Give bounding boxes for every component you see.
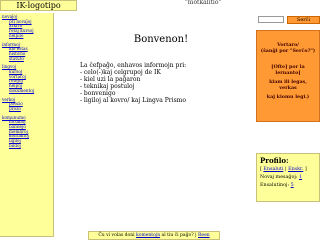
search-input[interactable] <box>258 16 284 23</box>
nav-group-informoj: informoj kio estas historio statuto <box>2 42 53 62</box>
nav-item[interactable]: prozo <box>2 106 53 112</box>
search-button[interactable]: Serĉi <box>287 16 320 24</box>
logins-label: Ensalutinoj: <box>260 183 290 188</box>
footer-comments-link[interactable]: komentojn <box>136 233 160 238</box>
footer-back-link[interactable]: Reen <box>198 233 210 238</box>
nav-group-novajoj: novaĵoj pri novaĵoj arkivo retaj kursoj … <box>2 14 53 39</box>
footer-text: al tiu ĉi paĝo? <box>161 233 194 238</box>
new-messages-label: Novaj mesaĝoj: <box>260 175 298 180</box>
vortaro-text: kaj kiomu legi.) <box>266 94 310 100</box>
page-title: Bonvenon! <box>133 34 189 45</box>
register-link[interactable]: Enskr. <box>288 167 303 172</box>
login-link[interactable]: Ensaluti <box>263 167 283 172</box>
footer-bar: Ĉu vi volas doni komentojn al tiu ĉi paĝ… <box>88 231 220 240</box>
nav-item[interactable]: dokumentoj <box>2 88 53 94</box>
footer-text: Ĉu vi volas doni <box>98 233 135 238</box>
logins-row: Ensalutinoj: 5 <box>260 182 316 190</box>
nav-item[interactable]: bildoj <box>2 143 53 149</box>
nav-group-komunumo: komunumo forumoj babilejo membroj kontak… <box>2 115 53 149</box>
nav-group-lingvoj: lingvoj kursoj vortaroj retejoj helpoj d… <box>2 65 53 93</box>
nav-item[interactable]: statuto <box>2 56 53 62</box>
vortaro-box: Vortaro/ (ŝanĝi por "Serĉo?") [Ofte] por… <box>256 30 320 122</box>
intro-bullet: - ligiloj al kovro/ kaj Lingva Prismo <box>80 96 186 104</box>
profile-links: [ Ensaluti | Enskr. ] <box>260 167 307 172</box>
intro-text: La ĉefpaĝo, enhavos informojn pri: - cel… <box>80 62 250 104</box>
header-quote: "motkalitio" <box>185 0 222 6</box>
nav-item[interactable]: helpilo <box>2 33 53 39</box>
profile-box: Profilo: [ Ensaluti | Enskr. ] Novaj mes… <box>256 153 320 202</box>
logins-count[interactable]: 5 <box>291 183 294 188</box>
profile-title: Profilo: <box>260 156 289 165</box>
site-logo[interactable]: IK-logotipo <box>0 0 77 11</box>
new-messages-row: Novaj mesaĝoj: 1 <box>260 174 316 182</box>
nav-group-verkoj: verkoj poezio prozo <box>2 97 53 112</box>
vortaro-note: (ŝanĝi por "Serĉo?") <box>260 48 316 54</box>
new-messages-count[interactable]: 1 <box>299 175 302 180</box>
vortaro-text: kiam ili legas, verkas <box>269 79 307 91</box>
vortaro-text: [Ofte] por la lernanto] <box>271 64 305 76</box>
sidebar-nav: novaĵoj pri novaĵoj arkivo retaj kursoj … <box>0 13 54 237</box>
